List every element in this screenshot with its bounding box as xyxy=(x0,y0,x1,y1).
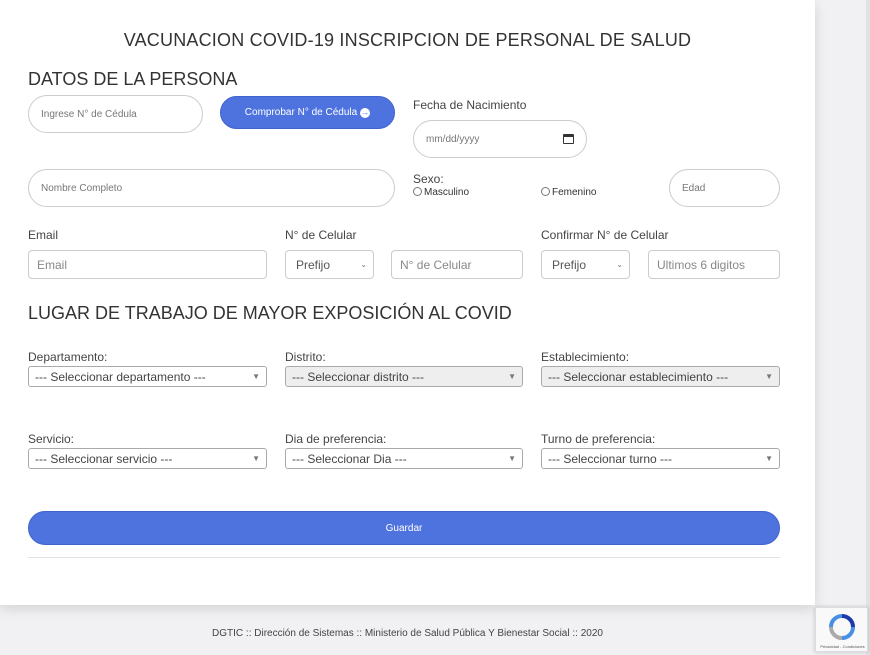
persona-heading: DATOS DE LA PERSONA xyxy=(28,69,238,89)
establecimiento-select[interactable]: --- Seleccionar establecimiento --- ▼ xyxy=(541,366,780,387)
birth-date-input[interactable]: mm/dd/yyyy xyxy=(413,120,587,158)
turno-label: Turno de preferencia: xyxy=(541,432,656,446)
name-input[interactable]: Nombre Completo xyxy=(28,169,395,207)
check-cedula-button[interactable]: Comprobar N° de Cédula → xyxy=(220,96,395,129)
triangle-down-icon: ▼ xyxy=(252,454,260,463)
cedula-input[interactable]: Ingrese N° de Cédula xyxy=(28,95,203,133)
triangle-down-icon: ▼ xyxy=(508,372,516,381)
servicio-label: Servicio: xyxy=(28,432,75,446)
page-title: VACUNACION COVID-19 INSCRIPCION DE PERSO… xyxy=(123,30,692,50)
celular-input[interactable]: N° de Celular xyxy=(391,250,523,279)
birth-date-placeholder: mm/dd/yyyy xyxy=(426,133,480,145)
establecimiento-label: Establecimiento: xyxy=(541,350,630,364)
dia-value: --- Seleccionar Dia --- xyxy=(292,451,407,466)
departamento-select[interactable]: --- Seleccionar departamento --- ▼ xyxy=(28,366,267,387)
triangle-down-icon: ▼ xyxy=(252,372,260,381)
form-card: VACUNACION COVID-19 INSCRIPCION DE PERSO… xyxy=(0,0,815,605)
prefijo-value: Prefijo xyxy=(296,257,331,272)
confirm-prefijo-value: Prefijo xyxy=(552,257,587,272)
establecimiento-value: --- Seleccionar establecimiento --- xyxy=(548,369,729,384)
save-button[interactable]: Guardar xyxy=(28,511,780,545)
distrito-select[interactable]: --- Seleccionar distrito --- ▼ xyxy=(285,366,523,387)
email-input[interactable]: Email xyxy=(28,250,267,279)
sexo-label: Sexo: xyxy=(413,172,444,186)
femenino-label: Femenino xyxy=(552,187,597,198)
recaptcha-icon xyxy=(829,614,855,640)
triangle-down-icon: ▼ xyxy=(765,454,773,463)
prefijo-select[interactable]: Prefijo ⌄ xyxy=(285,250,374,279)
radio-circle-femenino[interactable] xyxy=(541,187,550,196)
calendar-icon[interactable] xyxy=(563,134,574,144)
dia-select[interactable]: --- Seleccionar Dia --- ▼ xyxy=(285,448,523,469)
triangle-down-icon: ▼ xyxy=(765,372,773,381)
departamento-value: --- Seleccionar departamento --- xyxy=(35,369,206,384)
departamento-label: Departamento: xyxy=(28,350,108,364)
radio-femenino[interactable]: Femenino xyxy=(541,187,596,198)
radio-masculino[interactable]: Masculino xyxy=(413,187,469,198)
turno-select[interactable]: --- Seleccionar turno --- ▼ xyxy=(541,448,780,469)
chevron-down-icon: ⌄ xyxy=(360,260,367,269)
turno-value: --- Seleccionar turno --- xyxy=(548,451,673,466)
email-label: Email xyxy=(28,228,59,242)
triangle-down-icon: ▼ xyxy=(508,454,516,463)
footer-text: DGTIC :: Dirección de Sistemas :: Minist… xyxy=(212,628,603,639)
check-cedula-label: Comprobar N° de Cédula xyxy=(244,107,358,118)
servicio-select[interactable]: --- Seleccionar servicio --- ▼ xyxy=(28,448,267,469)
dia-label: Dia de preferencia: xyxy=(285,432,387,446)
distrito-label: Distrito: xyxy=(285,350,326,364)
arrow-right-icon: → xyxy=(360,107,371,118)
confirm-celular-input[interactable]: Ultimos 6 digitos xyxy=(648,250,780,279)
birth-label: Fecha de Nacimiento xyxy=(413,98,527,112)
servicio-value: --- Seleccionar servicio --- xyxy=(35,451,173,466)
celular-label: N° de Celular xyxy=(285,228,357,242)
confirm-celular-label: Confirmar N° de Celular xyxy=(541,228,669,242)
chevron-down-icon: ⌄ xyxy=(616,260,623,269)
masculino-label: Masculino xyxy=(424,187,470,198)
divider xyxy=(28,557,780,558)
scrollbar[interactable] xyxy=(866,0,870,655)
recaptcha-badge[interactable]: Privacidad - Condiciones xyxy=(815,607,868,652)
distrito-value: --- Seleccionar distrito --- xyxy=(292,369,425,384)
radio-circle-masculino[interactable] xyxy=(413,187,422,196)
confirm-prefijo-select[interactable]: Prefijo ⌄ xyxy=(541,250,630,279)
recaptcha-links[interactable]: Privacidad - Condiciones xyxy=(818,644,867,649)
trabajo-heading: LUGAR DE TRABAJO DE MAYOR EXPOSICIÓN AL … xyxy=(28,303,512,323)
edad-input[interactable]: Edad xyxy=(669,169,780,207)
